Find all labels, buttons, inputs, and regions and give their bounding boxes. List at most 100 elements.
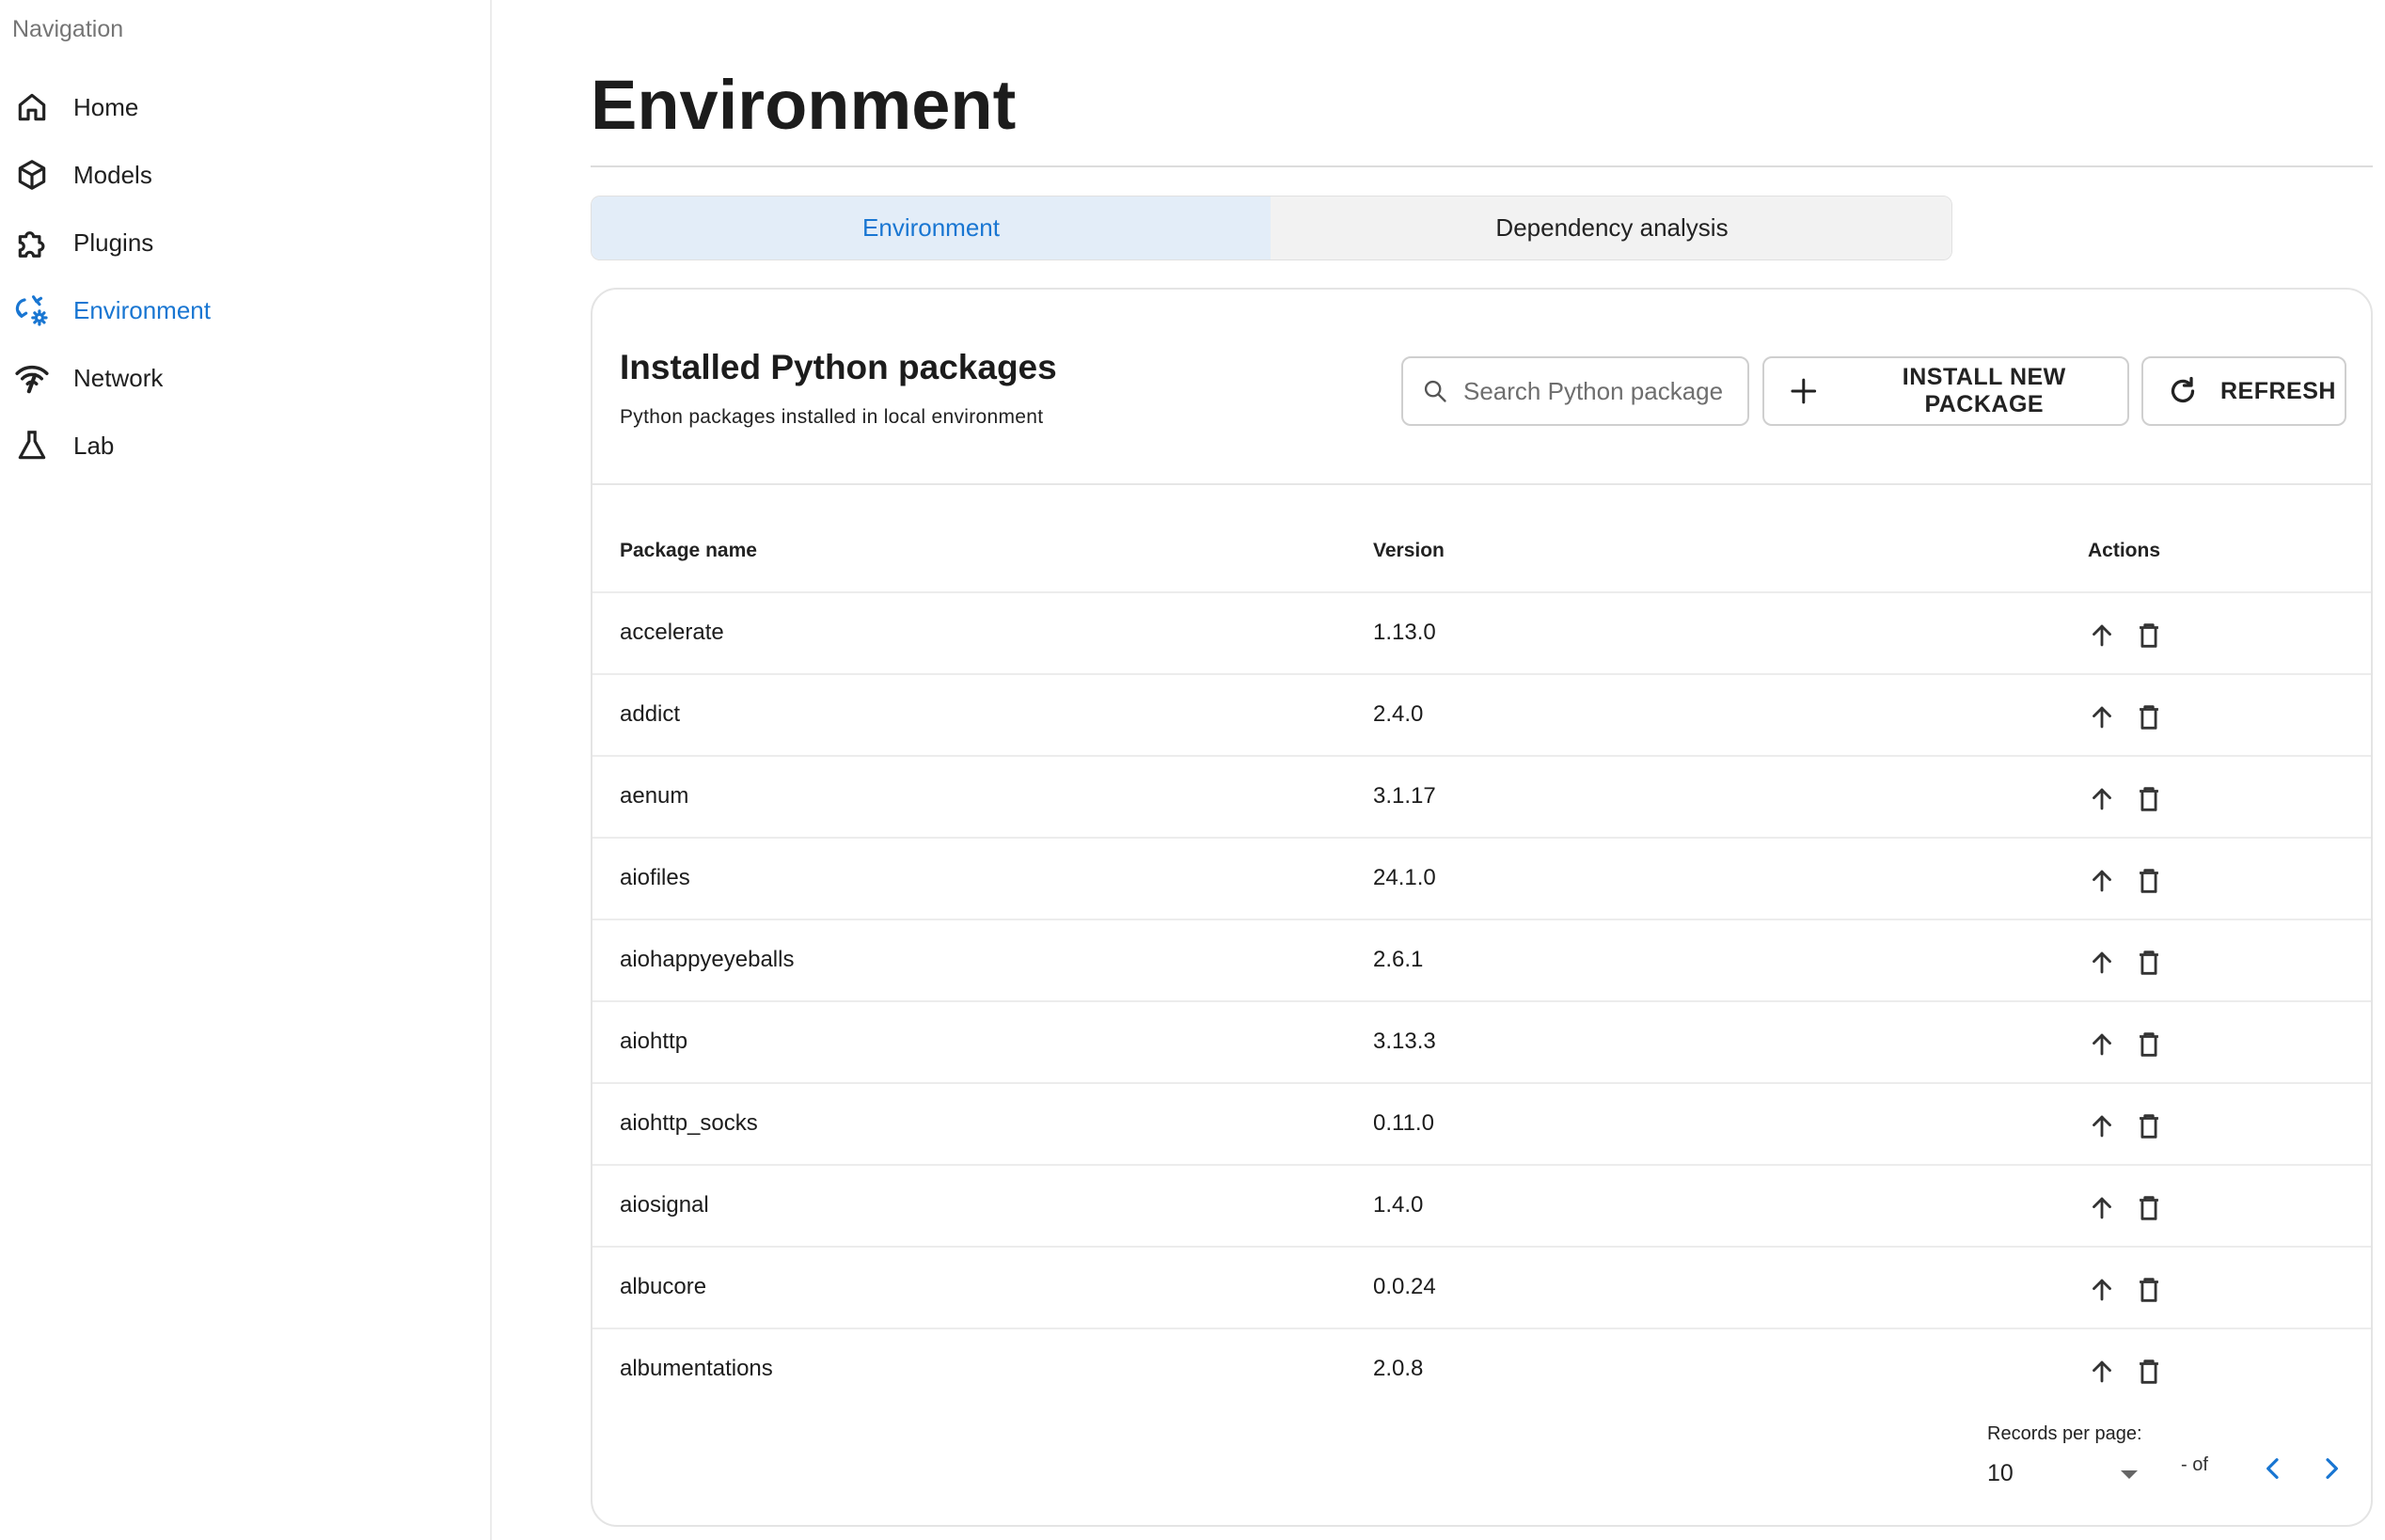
- environment-sync-icon: [13, 291, 51, 329]
- network-icon: [13, 359, 51, 397]
- upgrade-icon[interactable]: [2086, 1192, 2118, 1224]
- sidebar-item-network[interactable]: Network: [0, 347, 489, 409]
- trash-icon[interactable]: [2133, 1110, 2165, 1142]
- column-header-version[interactable]: Version: [1373, 540, 1445, 562]
- package-name: accelerate: [620, 620, 724, 645]
- trash-icon[interactable]: [2133, 947, 2165, 979]
- package-version: 1.13.0: [1373, 620, 1436, 645]
- next-page-button[interactable]: [2313, 1450, 2350, 1487]
- refresh-button[interactable]: REFRESH: [2141, 356, 2346, 426]
- sidebar-item-home[interactable]: Home: [0, 76, 489, 138]
- table-row: aiofiles 24.1.0: [592, 837, 2371, 919]
- upgrade-icon[interactable]: [2086, 701, 2118, 733]
- upgrade-icon[interactable]: [2086, 865, 2118, 897]
- package-version: 0.0.24: [1373, 1274, 1436, 1299]
- sidebar-item-label: Environment: [73, 295, 211, 324]
- package-version: 2.6.1: [1373, 947, 1424, 972]
- card-divider: [592, 483, 2371, 485]
- package-version: 0.11.0: [1373, 1110, 1434, 1136]
- search-box[interactable]: [1401, 356, 1749, 426]
- column-header-actions: Actions: [2088, 540, 2161, 561]
- trash-icon[interactable]: [2133, 1029, 2165, 1061]
- package-name: aenum: [620, 783, 689, 809]
- upgrade-icon[interactable]: [2086, 947, 2118, 979]
- trash-icon[interactable]: [2133, 620, 2165, 652]
- table-row: aenum 3.1.17: [592, 755, 2371, 837]
- card-title: Installed Python packages: [620, 348, 1057, 386]
- column-header-package-name[interactable]: Package name: [620, 540, 757, 562]
- package-name: aiohttp: [620, 1029, 688, 1054]
- nav-title: Navigation: [12, 16, 124, 42]
- records-per-page-label: Records per page:: [1987, 1423, 2142, 1444]
- refresh-icon: [2171, 376, 2195, 403]
- upgrade-icon[interactable]: [2086, 1110, 2118, 1142]
- trash-icon[interactable]: [2133, 783, 2165, 815]
- trash-icon[interactable]: [2133, 1274, 2165, 1306]
- sidebar-item-label: Lab: [73, 431, 115, 460]
- card-subtitle: Python packages installed in local envir…: [620, 406, 1044, 428]
- sidebar-item-plugins[interactable]: Plugins: [0, 212, 489, 274]
- trash-icon[interactable]: [2133, 701, 2165, 733]
- upgrade-icon[interactable]: [2086, 1274, 2118, 1306]
- package-version: 2.4.0: [1373, 701, 1424, 727]
- puzzle-icon: [13, 224, 51, 261]
- package-name: aiosignal: [620, 1192, 709, 1218]
- chevron-left-icon: [2267, 1458, 2279, 1479]
- plus-icon: [1791, 378, 1817, 404]
- cube-icon: [13, 156, 51, 194]
- page-title: Environment: [591, 66, 1017, 144]
- search-input[interactable]: [1461, 375, 1747, 407]
- upgrade-icon[interactable]: [2086, 1356, 2118, 1388]
- package-name: aiohttp_socks: [620, 1110, 758, 1136]
- sidebar-item-models[interactable]: Models: [0, 144, 489, 206]
- previous-page-button[interactable]: [2254, 1450, 2292, 1487]
- table-row: accelerate 1.13.0: [592, 591, 2371, 673]
- home-icon: [13, 88, 51, 126]
- tab-bar: Environment Dependency analysis: [591, 196, 1952, 260]
- records-per-page-value: 10: [1987, 1459, 2014, 1486]
- sidebar-item-environment[interactable]: Environment: [0, 279, 489, 341]
- sidebar-item-label: Plugins: [73, 228, 154, 257]
- table-row: albucore 0.0.24: [592, 1246, 2371, 1328]
- sidebar: Navigation Home Models Plugins Environme…: [0, 0, 492, 1540]
- package-version: 3.13.3: [1373, 1029, 1436, 1054]
- table-row: aiohttp 3.13.3: [592, 1000, 2371, 1082]
- upgrade-icon[interactable]: [2086, 783, 2118, 815]
- sidebar-item-lab[interactable]: Lab: [0, 415, 489, 477]
- package-version: 24.1.0: [1373, 865, 1436, 890]
- packages-card: Installed Python packages Python package…: [591, 288, 2373, 1527]
- table-row: addict 2.4.0: [592, 673, 2371, 755]
- install-button-label: INSTALL NEW PACKAGE: [1902, 364, 2066, 417]
- trash-icon[interactable]: [2133, 1356, 2165, 1388]
- install-new-package-button[interactable]: INSTALL NEW PACKAGE: [1762, 356, 2129, 426]
- trash-icon[interactable]: [2133, 1192, 2165, 1224]
- caret-down-icon: [2121, 1470, 2138, 1479]
- upgrade-icon[interactable]: [2086, 1029, 2118, 1061]
- sidebar-item-label: Models: [73, 160, 152, 189]
- chevron-right-icon: [2326, 1458, 2338, 1479]
- package-version: 2.0.8: [1373, 1356, 1424, 1381]
- package-version: 3.1.17: [1373, 783, 1436, 809]
- sidebar-item-label: Network: [73, 363, 164, 392]
- flask-icon: [13, 427, 51, 464]
- upgrade-icon[interactable]: [2086, 620, 2118, 652]
- tab-environment[interactable]: Environment: [592, 196, 1271, 259]
- title-divider: [591, 165, 2373, 167]
- package-name: albucore: [620, 1274, 707, 1299]
- package-name: aiofiles: [620, 865, 690, 890]
- package-name: addict: [620, 701, 681, 727]
- package-name: aiohappyeyeballs: [620, 947, 795, 972]
- package-version: 1.4.0: [1373, 1192, 1424, 1218]
- table-row: aiosignal 1.4.0: [592, 1164, 2371, 1246]
- search-icon: [1424, 380, 1446, 402]
- package-name: albumentations: [620, 1356, 773, 1381]
- table-row: aiohappyeyeballs 2.6.1: [592, 919, 2371, 1000]
- records-per-page-select[interactable]: 10: [1987, 1452, 2138, 1495]
- tab-dependency-analysis[interactable]: Dependency analysis: [1271, 196, 1951, 259]
- refresh-button-label: REFRESH: [2220, 377, 2336, 404]
- sidebar-item-label: Home: [73, 92, 139, 121]
- table-row: aiohttp_socks 0.11.0: [592, 1082, 2371, 1164]
- trash-icon[interactable]: [2133, 865, 2165, 897]
- table-row: albumentations 2.0.8: [592, 1328, 2371, 1409]
- pagination-range: - of: [2181, 1454, 2208, 1475]
